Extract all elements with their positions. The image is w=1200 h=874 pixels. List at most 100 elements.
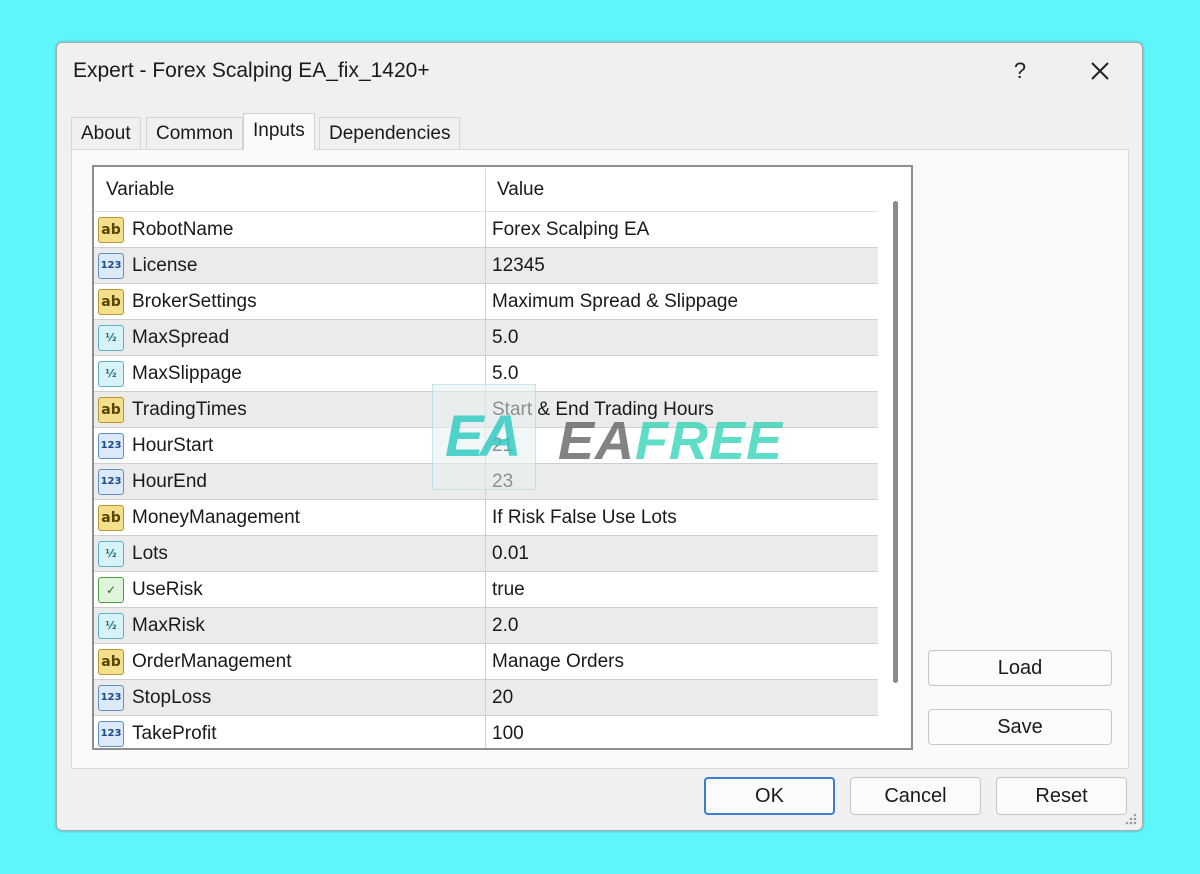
- variable-value[interactable]: 5.0: [492, 363, 518, 385]
- column-divider: [485, 500, 486, 536]
- table-row[interactable]: ab MoneyManagement If Risk False Use Lots: [94, 500, 878, 536]
- variable-value[interactable]: Start & End Trading Hours: [492, 399, 714, 421]
- table-row[interactable]: ½ MaxRisk 2.0: [94, 608, 878, 644]
- grid-header: Variable Value: [94, 167, 878, 212]
- header-variable[interactable]: Variable: [106, 179, 174, 201]
- variable-name: BrokerSettings: [132, 291, 257, 312]
- load-button[interactable]: Load: [928, 650, 1112, 686]
- inputs-grid: Variable Value ab RobotName Forex Scalping…: [92, 165, 913, 750]
- cancel-button[interactable]: Cancel: [850, 777, 981, 815]
- scroll-thumb[interactable]: [893, 201, 898, 683]
- integer-type-icon: 123: [98, 469, 124, 495]
- tab-dependencies[interactable]: Dependencies: [319, 117, 461, 149]
- expert-dialog: Expert - Forex Scalping EA_fix_1420+ ? A…: [56, 42, 1143, 831]
- variable-name: TradingTimes: [132, 399, 247, 420]
- string-type-icon: ab: [98, 505, 124, 531]
- integer-type-icon: 123: [98, 253, 124, 279]
- variable-value[interactable]: Forex Scalping EA: [492, 219, 649, 241]
- double-type-icon: ½: [98, 361, 124, 387]
- variable-name: RobotName: [132, 219, 234, 240]
- variable-value[interactable]: 5.0: [492, 327, 518, 349]
- header-divider[interactable]: [485, 169, 486, 212]
- grid-rows: ab RobotName Forex Scalping EA 123 License 12…: [94, 212, 878, 748]
- bool-type-icon: ✓: [98, 577, 124, 603]
- variable-value[interactable]: 0.01: [492, 543, 529, 565]
- inputs-panel: Variable Value ab RobotName Forex Scalping…: [71, 149, 1129, 769]
- table-row[interactable]: ab BrokerSettings Maximum Spread & Slippag…: [94, 284, 878, 320]
- variable-name: UseRisk: [132, 579, 203, 600]
- close-icon: [1091, 62, 1109, 80]
- variable-name: HourStart: [132, 435, 214, 456]
- variable-name: OrderManagement: [132, 651, 292, 672]
- column-divider: [485, 320, 486, 356]
- variable-value[interactable]: true: [492, 579, 525, 601]
- double-type-icon: ½: [98, 541, 124, 567]
- variable-value[interactable]: 20: [492, 687, 513, 709]
- string-type-icon: ab: [98, 649, 124, 675]
- table-row[interactable]: ab RobotName Forex Scalping EA: [94, 212, 878, 248]
- column-divider: [485, 680, 486, 716]
- double-type-icon: ½: [98, 613, 124, 639]
- table-row[interactable]: 123 StopLoss 20: [94, 680, 878, 716]
- table-row[interactable]: ½ MaxSlippage 5.0: [94, 356, 878, 392]
- variable-value[interactable]: 100: [492, 723, 524, 745]
- title-bar: Expert - Forex Scalping EA_fix_1420+ ?: [57, 43, 1142, 101]
- table-row[interactable]: 123 License 12345: [94, 248, 878, 284]
- table-row[interactable]: 123 HourEnd 23: [94, 464, 878, 500]
- column-divider: [485, 392, 486, 428]
- integer-type-icon: 123: [98, 685, 124, 711]
- column-divider: [485, 716, 486, 748]
- column-divider: [485, 356, 486, 392]
- variable-name: MaxSlippage: [132, 363, 242, 384]
- column-divider: [485, 536, 486, 572]
- vertical-scrollbar[interactable]: [879, 167, 911, 748]
- double-type-icon: ½: [98, 325, 124, 351]
- column-divider: [485, 608, 486, 644]
- ok-button[interactable]: OK: [704, 777, 835, 815]
- tab-inputs[interactable]: Inputs: [243, 113, 315, 150]
- table-row[interactable]: 123 TakeProfit 100: [94, 716, 878, 748]
- column-divider: [485, 464, 486, 500]
- variable-name: License: [132, 255, 198, 276]
- reset-button[interactable]: Reset: [996, 777, 1127, 815]
- variable-name: HourEnd: [132, 471, 207, 492]
- column-divider: [485, 284, 486, 320]
- save-button[interactable]: Save: [928, 709, 1112, 745]
- variable-name: TakeProfit: [132, 723, 217, 744]
- table-row[interactable]: ab OrderManagement Manage Orders: [94, 644, 878, 680]
- variable-name: StopLoss: [132, 687, 212, 708]
- integer-type-icon: 123: [98, 721, 124, 747]
- variable-value[interactable]: 21: [492, 435, 513, 457]
- variable-value[interactable]: If Risk False Use Lots: [492, 507, 677, 529]
- column-divider: [485, 212, 486, 248]
- header-value[interactable]: Value: [497, 179, 544, 201]
- table-row[interactable]: ✓ UseRisk true: [94, 572, 878, 608]
- table-row[interactable]: 123 HourStart 21: [94, 428, 878, 464]
- variable-name: Lots: [132, 543, 168, 564]
- variable-value[interactable]: 2.0: [492, 615, 518, 637]
- variable-value[interactable]: 23: [492, 471, 513, 493]
- variable-name: MoneyManagement: [132, 507, 300, 528]
- column-divider: [485, 428, 486, 464]
- tab-common[interactable]: Common: [146, 117, 244, 149]
- table-row[interactable]: ½ MaxSpread 5.0: [94, 320, 878, 356]
- string-type-icon: ab: [98, 397, 124, 423]
- column-divider: [485, 248, 486, 284]
- variable-name: MaxSpread: [132, 327, 230, 348]
- string-type-icon: ab: [98, 217, 124, 243]
- resize-grip-icon[interactable]: [1124, 812, 1138, 826]
- integer-type-icon: 123: [98, 433, 124, 459]
- table-row[interactable]: ab TradingTimes Start & End Trading Hours: [94, 392, 878, 428]
- string-type-icon: ab: [98, 289, 124, 315]
- column-divider: [485, 572, 486, 608]
- variable-value[interactable]: Maximum Spread & Slippage: [492, 291, 738, 313]
- help-button[interactable]: ?: [997, 53, 1043, 89]
- window-title: Expert - Forex Scalping EA_fix_1420+: [73, 59, 430, 82]
- variable-value[interactable]: Manage Orders: [492, 651, 624, 673]
- table-row[interactable]: ½ Lots 0.01: [94, 536, 878, 572]
- tab-about[interactable]: About: [71, 117, 141, 149]
- variable-name: MaxRisk: [132, 615, 205, 636]
- column-divider: [485, 644, 486, 680]
- close-button[interactable]: [1077, 53, 1123, 89]
- variable-value[interactable]: 12345: [492, 255, 545, 277]
